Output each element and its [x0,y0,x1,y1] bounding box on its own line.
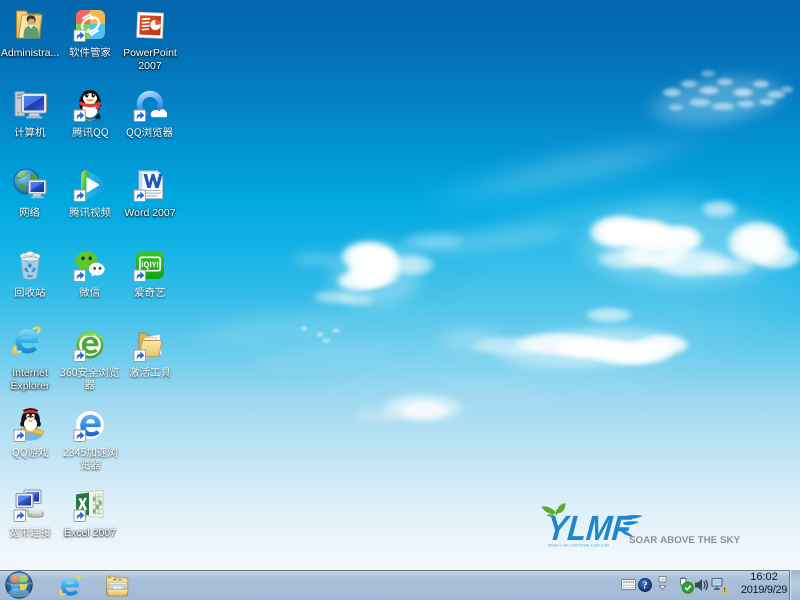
svg-text:?: ? [643,581,648,592]
